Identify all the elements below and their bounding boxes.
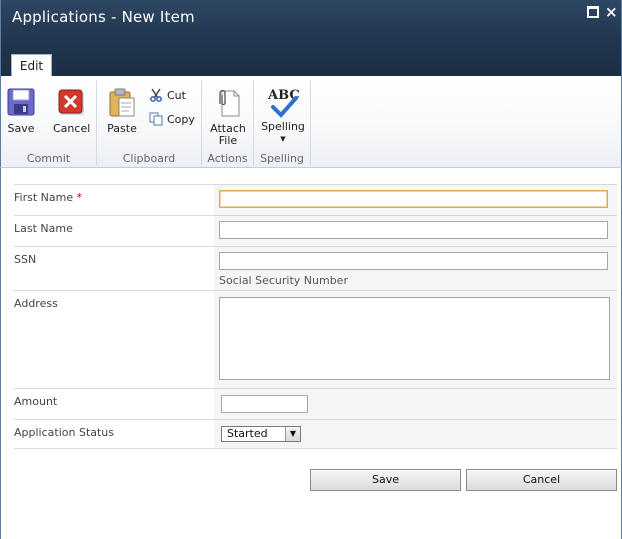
cut-button[interactable]: Cut [149,88,186,102]
amount-input[interactable] [221,395,308,413]
ssn-hint: Social Security Number [219,274,348,287]
first-name-cell [214,185,617,215]
paste-button[interactable]: Paste [105,88,139,135]
chevron-down-icon: ▼ [280,135,286,143]
paperclip-document-icon [219,89,240,117]
group-label-commit: Commit [26,152,71,165]
dropdown-arrow-icon[interactable]: ▼ [285,427,300,441]
status-selected-value: Started [227,427,268,440]
save-button[interactable]: Save [7,88,35,135]
ssn-cell: Social Security Number [214,247,617,290]
ribbon-group-spelling: ABC Spelling ▼ Spelling [254,80,311,166]
ribbon-group-actions: Attach File Actions [202,80,254,166]
amount-label: Amount [14,395,58,408]
save-button-label: Save [7,122,35,135]
ribbon-group-commit: Save Cancel Commit [1,80,97,166]
status-select[interactable]: Started ▼ [221,426,301,442]
group-label-actions: Actions [207,152,248,165]
attach-label-line2: File [218,134,238,147]
attach-file-button[interactable]: Attach File [210,88,246,147]
form-row-address: Address [14,290,617,388]
address-cell [214,291,617,388]
form-row-ssn: SSN Social Security Number [14,246,617,290]
spell-check-icon: ABC [266,86,300,118]
save-button-bottom[interactable]: Save [310,469,461,491]
form-row-status: Application Status Started ▼ [14,419,617,449]
form-row-last-name: Last Name [14,215,617,246]
last-name-label: Last Name [14,222,73,235]
scissors-icon [150,88,162,102]
form-row-amount: Amount [14,388,617,419]
cut-button-label: Cut [167,88,186,102]
address-textarea[interactable] [219,297,610,380]
floppy-disk-icon [7,88,35,116]
cancel-button-bottom[interactable]: Cancel [466,469,617,491]
tab-edit[interactable]: Edit [11,54,52,77]
close-icon[interactable]: × [605,5,618,20]
last-name-cell [214,216,617,246]
ssn-label: SSN [14,253,37,266]
clipboard-icon [109,88,135,117]
group-label-clipboard: Clipboard [122,152,176,165]
form-row-first-name: First Name * [14,184,617,215]
ssn-input[interactable] [219,252,608,270]
first-name-input[interactable] [219,190,608,208]
copy-icon [149,112,163,126]
cancel-ribbon-button[interactable]: Cancel [53,88,91,135]
first-name-label-text: First Name [14,191,74,204]
address-label: Address [14,297,58,310]
new-item-form: First Name * Last Name SSN Social Securi… [0,168,622,539]
cancel-x-icon [58,89,84,115]
cancel-ribbon-label: Cancel [53,122,91,135]
required-marker: * [76,191,83,204]
copy-button-label: Copy [167,112,195,126]
spelling-button-label: Spelling [261,120,305,133]
spelling-button[interactable]: ABC Spelling ▼ [260,86,306,145]
last-name-input[interactable] [219,221,608,239]
group-label-spelling: Spelling [260,152,304,165]
ribbon: Save Cancel Commit Paste Cut Copy Clipbo… [0,76,622,168]
ribbon-group-clipboard: Paste Cut Copy Clipboard [97,80,202,166]
amount-cell [214,389,617,419]
copy-button[interactable]: Copy [149,112,195,126]
title-bar: Applications - New Item × Edit [0,0,622,77]
status-cell: Started ▼ [214,420,617,448]
maximize-icon[interactable] [587,6,599,18]
first-name-label: First Name * [14,191,82,204]
paste-button-label: Paste [107,122,137,135]
window-title: Applications - New Item [12,8,195,26]
status-label: Application Status [14,426,115,439]
